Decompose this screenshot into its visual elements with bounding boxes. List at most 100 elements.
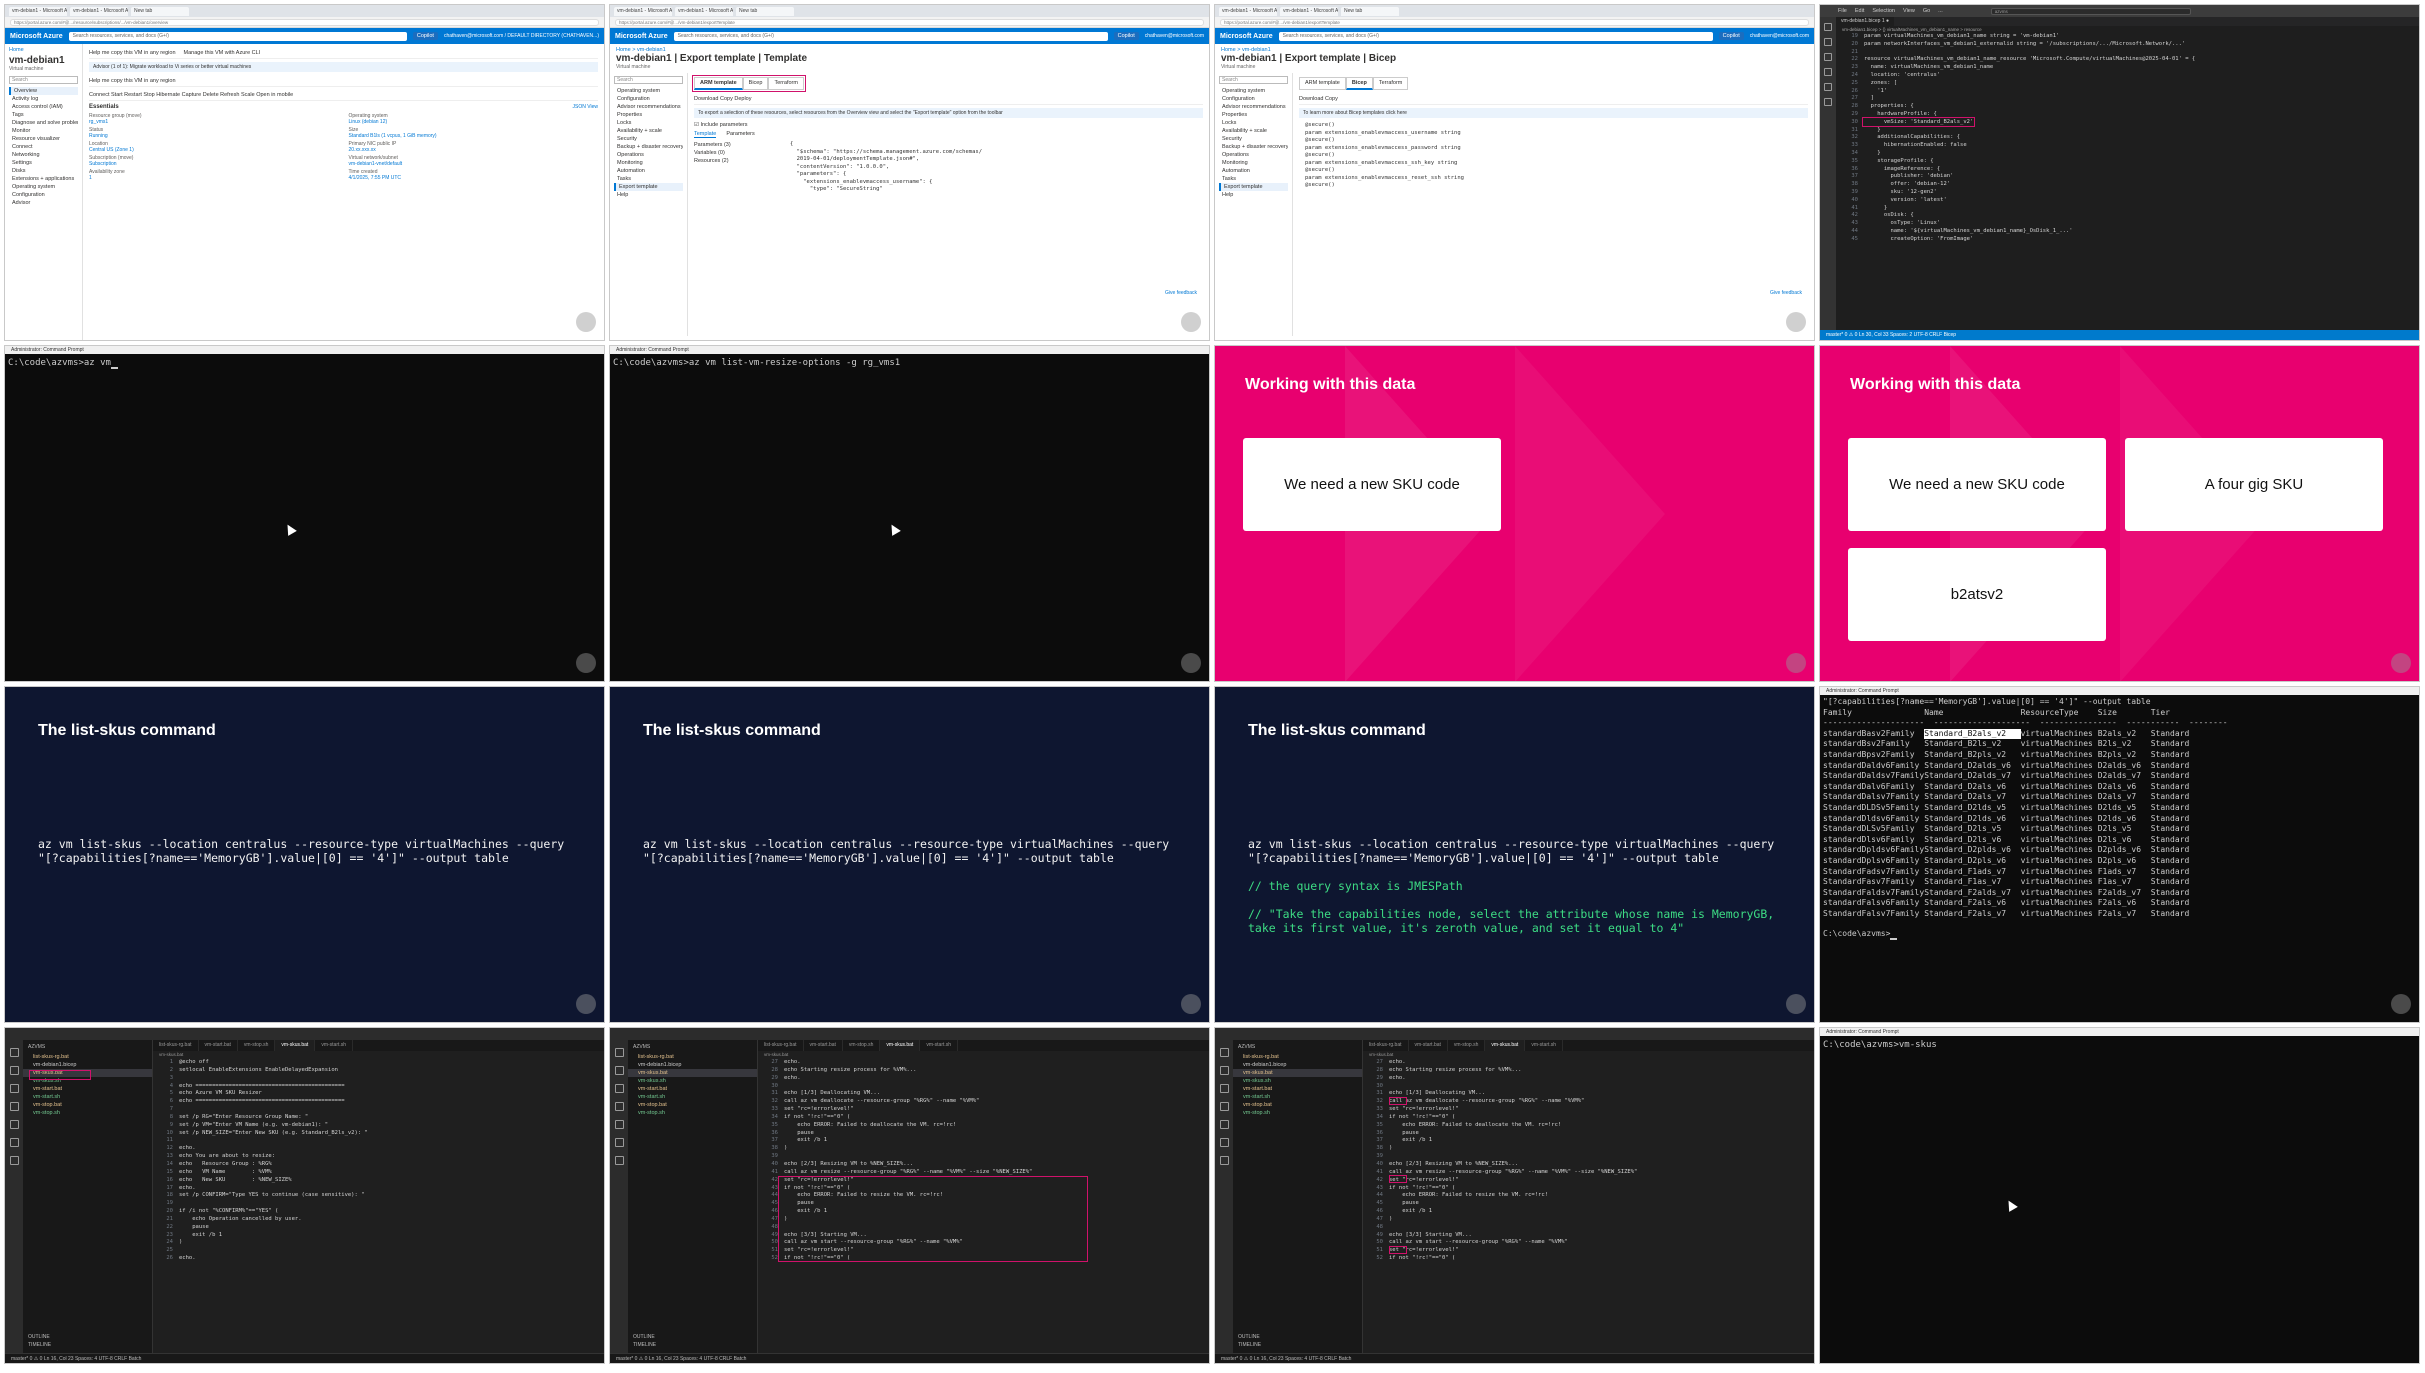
browser-tab[interactable]: vm-debian1 - Microsoft Azure [675, 6, 733, 16]
explorer-file[interactable]: vm-start.sh [628, 1093, 757, 1101]
explorer-file[interactable]: vm-stop.bat [23, 1101, 152, 1109]
browser-tab[interactable]: vm-debian1 - Microsoft Azure [1219, 6, 1277, 16]
run-debug-icon[interactable] [1824, 68, 1832, 76]
explorer-file[interactable]: list-skus-rg.bat [628, 1053, 757, 1061]
editor-tab[interactable]: list-skus-rg.bat [1363, 1040, 1409, 1051]
copilot-prompt[interactable]: Help me copy this VM in any region [89, 50, 176, 56]
docker-icon[interactable] [9, 1156, 19, 1165]
breadcrumb[interactable]: vm-skus.bat [758, 1051, 1209, 1059]
advisor-banner[interactable]: Advisor (1 of 1): Migrate workload to Vi… [89, 62, 598, 72]
menu-edit[interactable]: Edit [1855, 8, 1864, 14]
explorer-file[interactable]: vm-debian1.bicep [628, 1061, 757, 1069]
menu-selection[interactable]: Selection [1872, 8, 1895, 14]
nav-item[interactable]: Configuration [1219, 95, 1288, 103]
explorer-icon[interactable] [1824, 23, 1832, 31]
tab-arm-template[interactable]: ARM template [694, 77, 743, 90]
breadcrumb[interactable]: vm-skus.bat [1363, 1051, 1814, 1059]
template-code[interactable]: { "$schema": "https://schema.management.… [784, 141, 982, 194]
editor-tab[interactable]: vm-skus.bat [275, 1040, 316, 1051]
timeline-section[interactable]: TIMELINE [1238, 1341, 1261, 1349]
nav-item[interactable]: Monitoring [1219, 159, 1288, 167]
nav-item[interactable]: Operating system [9, 183, 78, 191]
tab-terraform[interactable]: Terraform [1372, 77, 1409, 90]
browser-tab[interactable]: vm-debian1 - Microsoft Azure [614, 6, 672, 16]
browser-tab[interactable]: New tab [131, 6, 189, 16]
extensions-icon[interactable] [9, 1120, 19, 1129]
breadcrumb[interactable]: vm-debian1.bicep > {} virtualMachines_vm… [1836, 26, 2419, 33]
nav-item[interactable]: Advisor recommendations [1219, 103, 1288, 111]
status-bar[interactable]: master* 0 ⚠ 0 Ln 16, Col 23 Spaces: 4 UT… [610, 1353, 1209, 1363]
editor-tab[interactable]: vm-stop.sh [843, 1040, 881, 1051]
terminal-output[interactable]: C:\code\azvms>vm-skus [1820, 1036, 2419, 1055]
field-value[interactable]: Standard B1ls (1 vcpus, 1 GiB memory) [349, 133, 599, 139]
json-view-link[interactable]: JSON View [573, 104, 598, 110]
tree-item[interactable]: Parameters (3) [694, 141, 784, 149]
menu-file[interactable]: File [1838, 8, 1847, 14]
field-value[interactable]: 20.xx.xxx.xx [349, 147, 599, 153]
nav-item[interactable]: Export template [1219, 183, 1288, 191]
editor-tab[interactable]: vm-skus.bat [1485, 1040, 1526, 1051]
browser-tab[interactable]: New tab [1341, 6, 1399, 16]
nav-item[interactable]: Locks [614, 119, 683, 127]
nav-item[interactable]: Access control (IAM) [9, 103, 78, 111]
editor-tab[interactable]: vm-skus.bat [880, 1040, 921, 1051]
extensions-icon[interactable] [1824, 83, 1832, 91]
nav-item[interactable]: Locks [1219, 119, 1288, 127]
field-value[interactable]: 4/1/2025, 7:55 PM UTC [349, 175, 599, 181]
nav-item-overview[interactable]: Overview [9, 87, 78, 95]
explorer-icon[interactable] [1219, 1048, 1229, 1057]
editor-tab[interactable]: vm-start.sh [1525, 1040, 1564, 1051]
timeline-section[interactable]: TIMELINE [28, 1341, 51, 1349]
nav-item[interactable]: Connect [9, 143, 78, 151]
source-control-icon[interactable] [9, 1084, 19, 1093]
command-center-search[interactable]: azvms [1990, 7, 2191, 15]
nav-item[interactable]: Backup + disaster recovery [1219, 143, 1288, 151]
nav-item[interactable]: Tasks [614, 175, 683, 183]
tree-item[interactable]: Resources (2) [694, 157, 784, 165]
docker-icon[interactable] [1219, 1156, 1229, 1165]
nav-item[interactable]: Monitoring [614, 159, 683, 167]
browser-tab[interactable]: vm-debian1 - Microsoft Azure [70, 6, 128, 16]
nav-item[interactable]: Help [614, 191, 683, 199]
azure-icon[interactable] [1824, 98, 1832, 106]
outline-section[interactable]: OUTLINE [28, 1333, 51, 1341]
user-account[interactable]: chathaven@microsoft.com [1750, 33, 1809, 39]
nav-item[interactable]: Operations [1219, 151, 1288, 159]
command-bar[interactable]: Download Copy Deploy [694, 94, 1203, 105]
status-bar[interactable]: master* 0 ⚠ 0 Ln 30, Col 33 Spaces: 2 UT… [1820, 330, 2419, 340]
nav-item[interactable]: Extensions + applications [9, 175, 78, 183]
azure-brand[interactable]: Microsoft Azure [10, 33, 63, 40]
nav-item[interactable]: Monitor [9, 127, 78, 135]
code-editor[interactable]: 1 @echo off 2 setlocal EnableExtensions Ena… [153, 1059, 604, 1263]
editor-tab[interactable]: vm-start.bat [804, 1040, 843, 1051]
nav-item[interactable]: Export template [614, 183, 683, 191]
explorer-file[interactable]: vm-skus.sh [628, 1077, 757, 1085]
user-account[interactable]: chathaven@microsoft.com / DEFAULT DIRECT… [444, 33, 599, 39]
extensions-icon[interactable] [1219, 1120, 1229, 1129]
run-debug-icon[interactable] [614, 1102, 624, 1111]
copilot-button[interactable]: Copilot [1113, 32, 1139, 40]
docker-icon[interactable] [614, 1156, 624, 1165]
nav-item[interactable]: Configuration [614, 95, 683, 103]
timeline-section[interactable]: TIMELINE [633, 1341, 656, 1349]
editor-tab[interactable]: vm-start.bat [1409, 1040, 1448, 1051]
status-bar[interactable]: master* 0 ⚠ 0 Ln 16, Col 23 Spaces: 4 UT… [1215, 1353, 1814, 1363]
nav-item[interactable]: Tags [9, 111, 78, 119]
azure-icon[interactable] [9, 1138, 19, 1147]
nav-item[interactable]: Operating system [1219, 87, 1288, 95]
nav-item[interactable]: Tasks [1219, 175, 1288, 183]
breadcrumb[interactable]: Home [9, 47, 78, 53]
azure-brand[interactable]: Microsoft Azure [615, 33, 668, 40]
menu-search-input[interactable]: Search [9, 76, 78, 84]
field-value[interactable]: Subscription [89, 161, 339, 167]
editor-tab[interactable]: vm-debian1.bicep 1 ● [1836, 17, 1895, 26]
tab-arm-template[interactable]: ARM template [1299, 77, 1346, 90]
explorer-header[interactable]: AZVMS [628, 1044, 757, 1050]
nav-item[interactable]: Advisor [9, 199, 78, 207]
field-value[interactable]: Central US (Zone 1) [89, 147, 339, 153]
copilot-prompt-2[interactable]: Help me copy this VM in any region [89, 76, 598, 87]
explorer-header[interactable]: AZVMS [1233, 1044, 1362, 1050]
menu-view[interactable]: View [1903, 8, 1915, 14]
url-input[interactable]: https://portal.azure.com/#@.../vm-debian… [615, 18, 1204, 26]
field-value[interactable]: rg_vms1 [89, 119, 339, 125]
